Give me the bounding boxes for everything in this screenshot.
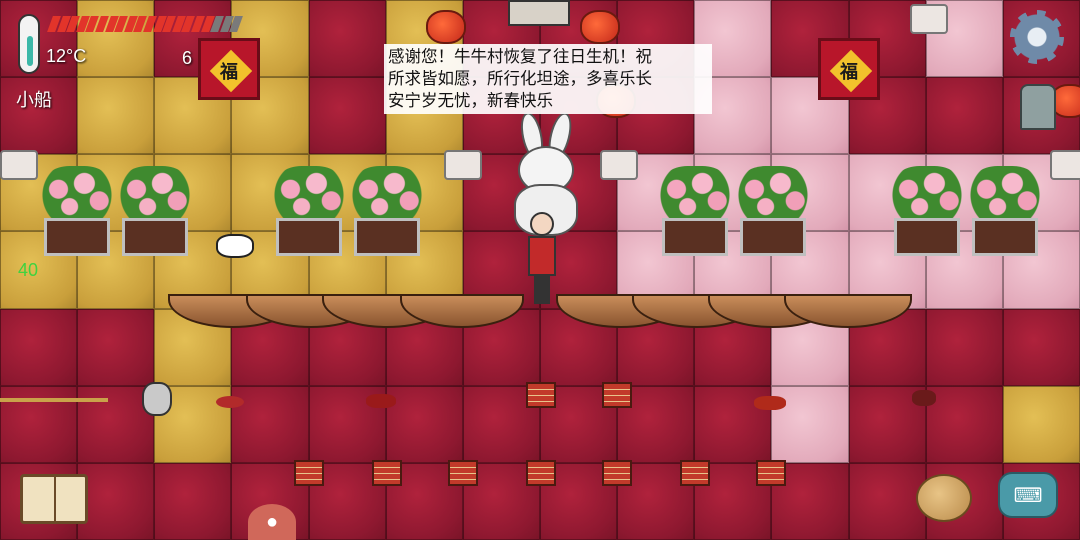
ground-tile[interactable] bbox=[771, 154, 849, 232]
fu-sign: 福 bbox=[818, 38, 880, 100]
vehicle-label: 小船 bbox=[16, 90, 52, 110]
thermometer-icon bbox=[18, 14, 40, 74]
open-book-icon[interactable] bbox=[20, 474, 88, 524]
ground-tile[interactable] bbox=[308, 154, 386, 232]
ground-tile[interactable] bbox=[308, 77, 386, 155]
red-item[interactable] bbox=[366, 394, 396, 408]
red-books-stack[interactable] bbox=[294, 460, 324, 486]
panda-toy[interactable] bbox=[216, 234, 254, 258]
ground-tile[interactable] bbox=[77, 308, 155, 386]
dialog-line: 安宁岁无忧，新春快乐 bbox=[388, 92, 553, 110]
fu-sign: 福 bbox=[198, 38, 260, 100]
ancient-coin-icon[interactable] bbox=[1020, 84, 1056, 130]
ground-tile[interactable] bbox=[308, 0, 386, 78]
npc-dialog: 感谢您！牛牛村恢复了往日生机！祝 所求皆如愿，所行化坦途，多喜乐长 安宁岁无忧，… bbox=[384, 44, 712, 114]
potato-face-icon[interactable] bbox=[916, 474, 972, 522]
ground-tile[interactable] bbox=[231, 385, 309, 463]
stone-pillar bbox=[0, 150, 38, 180]
red-books-stack[interactable] bbox=[448, 460, 478, 486]
ground-tile[interactable] bbox=[77, 231, 155, 309]
ox-horn-item[interactable] bbox=[912, 390, 936, 406]
ground-tile[interactable] bbox=[925, 77, 1003, 155]
ground-tile[interactable] bbox=[848, 154, 926, 232]
dialog-line: 所求皆如愿，所行化坦途，多喜乐长 bbox=[388, 70, 652, 88]
floating-number: 40 bbox=[18, 260, 39, 280]
red-books-stack[interactable] bbox=[602, 382, 632, 408]
ground-tile[interactable] bbox=[848, 462, 926, 540]
red-item[interactable] bbox=[216, 396, 244, 408]
red-lantern bbox=[580, 10, 620, 44]
camera-icon[interactable]: ● bbox=[248, 504, 296, 540]
red-books-stack[interactable] bbox=[372, 460, 402, 486]
ground-tile[interactable] bbox=[1002, 385, 1080, 463]
ground-tile[interactable] bbox=[1002, 231, 1080, 309]
red-books-stack[interactable] bbox=[526, 382, 556, 408]
ground-tile[interactable] bbox=[925, 231, 1003, 309]
ground-tile[interactable] bbox=[77, 77, 155, 155]
ground-tile[interactable] bbox=[154, 154, 232, 232]
ground-tile[interactable] bbox=[0, 308, 78, 386]
red-books-stack[interactable] bbox=[602, 460, 632, 486]
ground-tile[interactable] bbox=[77, 462, 155, 540]
ground-tile[interactable] bbox=[77, 154, 155, 232]
red-books-stack[interactable] bbox=[680, 460, 710, 486]
dialog-line: 感谢您！牛牛村恢复了往日生机！祝 bbox=[388, 48, 652, 66]
ground-tile[interactable] bbox=[925, 385, 1003, 463]
stone-pillar bbox=[1050, 150, 1080, 180]
health-bar bbox=[47, 16, 243, 32]
item-count: 6 bbox=[182, 48, 193, 68]
ground-tile[interactable] bbox=[925, 308, 1003, 386]
ground-tile[interactable] bbox=[154, 462, 232, 540]
red-lantern bbox=[426, 10, 466, 44]
fu-character: 福 bbox=[840, 62, 858, 82]
backpack-item[interactable] bbox=[142, 382, 172, 416]
player-character bbox=[524, 212, 560, 306]
ground-tile[interactable] bbox=[694, 154, 772, 232]
stick-item[interactable] bbox=[0, 398, 108, 402]
fu-character: 福 bbox=[220, 62, 238, 82]
ground-tile[interactable] bbox=[925, 154, 1003, 232]
red-books-stack[interactable] bbox=[526, 460, 556, 486]
ground-tile[interactable] bbox=[231, 154, 309, 232]
keyboard-chat-icon[interactable]: ⌨ bbox=[998, 472, 1058, 518]
ground-tile[interactable] bbox=[77, 0, 155, 78]
gear-icon[interactable] bbox=[1010, 10, 1064, 64]
stone-pillar bbox=[910, 4, 948, 34]
ground-tile[interactable] bbox=[385, 385, 463, 463]
stone-pillar bbox=[444, 150, 482, 180]
temperature-readout: 12°C bbox=[46, 46, 87, 66]
red-item[interactable] bbox=[754, 396, 786, 410]
ground-tile[interactable] bbox=[0, 231, 78, 309]
skeleton-decoration bbox=[508, 0, 570, 26]
stone-pillar bbox=[600, 150, 638, 180]
ground-tile[interactable] bbox=[1002, 308, 1080, 386]
red-books-stack[interactable] bbox=[756, 460, 786, 486]
